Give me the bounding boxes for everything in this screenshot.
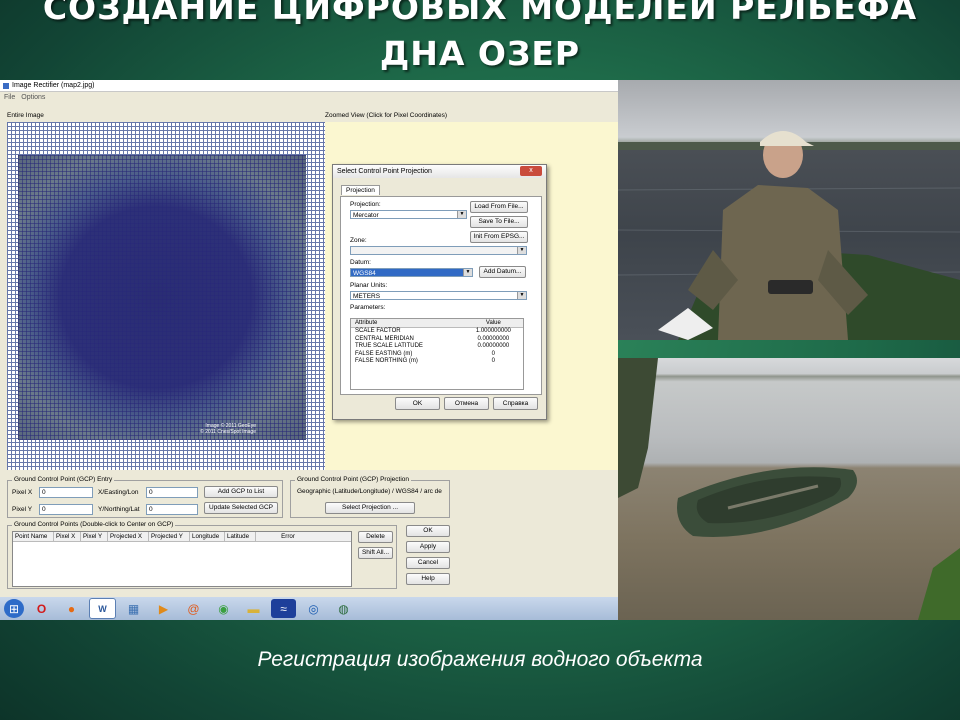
load-from-file-button[interactable]: Load From File... (470, 201, 528, 213)
wave-app-icon[interactable]: ≈ (271, 599, 296, 618)
column-header[interactable]: Projected Y (149, 532, 190, 541)
column-header[interactable]: Latitude (225, 532, 256, 541)
planar-units-select[interactable]: METERS ▼ (350, 291, 527, 300)
tab-projection[interactable]: Projection (341, 185, 380, 195)
magnifier-icon[interactable]: ◎ (301, 599, 326, 618)
pixel-x-label: Pixel X (12, 489, 33, 496)
photo-man-in-boat (618, 80, 960, 340)
shift-all-button[interactable]: Shift All... (358, 547, 393, 559)
window-title: Image Rectifier (map2.jpg) (12, 82, 95, 89)
dialog-title: Select Control Point Projection (337, 168, 432, 175)
column-header[interactable]: Pixel X (54, 532, 81, 541)
firefox-icon[interactable]: ● (59, 599, 84, 618)
parameter-row[interactable]: FALSE NORTHING (m) 0 (351, 358, 523, 366)
zone-label: Zone: (350, 237, 367, 244)
gcp-projection-title: Ground Control Point (GCP) Projection (295, 476, 411, 483)
windows-start-icon[interactable]: ⊞ (4, 599, 24, 618)
globe-icon[interactable]: ◍ (331, 599, 356, 618)
parameters-header: Attribute Value (351, 319, 523, 328)
column-header[interactable]: Error (256, 532, 320, 541)
help-main-button[interactable]: Help (406, 573, 450, 585)
pixel-y-input[interactable]: 0 (39, 504, 93, 515)
opera-icon[interactable]: O (29, 599, 54, 618)
x-easting-input[interactable]: 0 (146, 487, 198, 498)
add-datum-button[interactable]: Add Datum... (479, 266, 526, 278)
parameter-row[interactable]: TRUE SCALE LATITUDE 0.00000000 (351, 343, 523, 351)
column-header[interactable]: Pixel Y (81, 532, 108, 541)
datum-label: Datum: (350, 259, 371, 266)
column-header[interactable]: Longitude (190, 532, 225, 541)
projection-dialog: Select Control Point Projection x Projec… (332, 164, 547, 420)
green-app-icon[interactable]: ◉ (211, 599, 236, 618)
mail-icon[interactable]: @ (181, 599, 206, 618)
gcp-entry-title: Ground Control Point (GCP) Entry (12, 476, 115, 483)
app-icon (3, 82, 9, 89)
photo-man-in-boat-art (618, 131, 960, 340)
gcp-table[interactable]: Point Name Pixel X Pixel Y Projected X P… (12, 531, 352, 587)
pixel-x-input[interactable]: 0 (39, 487, 93, 498)
update-gcp-button[interactable]: Update Selected GCP (204, 502, 278, 514)
attribute-column: Attribute (355, 320, 378, 326)
photo-boat-on-shore (618, 358, 960, 620)
chevron-down-icon: ▼ (517, 292, 526, 299)
planar-units-label: Planar Units: (350, 282, 388, 289)
chevron-down-icon: ▼ (463, 269, 472, 276)
add-gcp-button[interactable]: Add GCP to List (204, 486, 278, 498)
chevron-down-icon: ▼ (517, 247, 526, 254)
init-from-epsg-button[interactable]: Init From EPSG... (470, 231, 528, 243)
zoomed-view-label: Zoomed View (Click for Pixel Coordinates… (325, 112, 447, 119)
slide-title-line1: СОЗДАНИЕ ЦИФРОВЫХ МОДЕЛЕЙ РЕЛЬЕФА (42, 0, 918, 27)
column-header[interactable]: Point Name (13, 532, 54, 541)
column-header[interactable]: Projected X (108, 532, 149, 541)
pixel-grid (18, 155, 306, 440)
folder-icon[interactable]: ▬ (241, 599, 266, 618)
ok-main-button[interactable]: OK (406, 525, 450, 537)
gcp-projection-value: Geographic (Latitude/Longitude) / WGS84 … (297, 488, 442, 495)
gcp-table-header: Point Name Pixel X Pixel Y Projected X P… (13, 532, 351, 542)
datum-select[interactable]: WGS84 ▼ (350, 268, 473, 277)
image-copyright: Image © 2011 GeoEye © 2011 Cnes/Spot Ima… (200, 423, 256, 435)
slide-title-line2: ДНА ОЗЕР (379, 34, 581, 73)
dialog-titlebar: Select Control Point Projection x (333, 165, 546, 178)
cancel-main-button[interactable]: Cancel (406, 557, 450, 569)
slide-caption: Регистрация изображения водного объекта (257, 648, 703, 671)
parameter-row[interactable]: FALSE EASTING (m) 0 (351, 351, 523, 359)
select-projection-button[interactable]: Select Projection ... (325, 502, 415, 514)
taskbar: ⊞ O ● W ▦ ▶ @ ◉ ▬ ≈ ◎ ◍ (0, 597, 618, 620)
gcp-list-title: Ground Control Points (Double-click to C… (12, 521, 176, 528)
ok-button[interactable]: OK (395, 397, 440, 410)
menu-file[interactable]: File (4, 94, 15, 101)
entire-image-label: Entire Image (7, 112, 44, 119)
word-icon[interactable]: W (89, 598, 116, 619)
chevron-down-icon: ▼ (457, 211, 466, 218)
save-to-file-button[interactable]: Save To File... (470, 216, 528, 228)
delete-button[interactable]: Delete (358, 531, 393, 543)
x-easting-label: X/Easting/Lon (98, 489, 139, 496)
projection-label: Projection: (350, 201, 381, 208)
parameter-row[interactable]: CENTRAL MERIDIAN 0.00000000 (351, 336, 523, 344)
help-button[interactable]: Справка (493, 397, 538, 410)
projection-select[interactable]: Mercator ▼ (350, 210, 467, 219)
media-player-icon[interactable]: ▶ (151, 599, 176, 618)
close-icon[interactable]: x (520, 166, 542, 176)
menu-options[interactable]: Options (21, 94, 45, 101)
gcp-entry-group: Ground Control Point (GCP) Entry Pixel X… (7, 476, 283, 518)
y-northing-label: Y/Northing/Lat (98, 506, 140, 513)
menu-bar: File Options (0, 92, 618, 102)
apply-button[interactable]: Apply (406, 541, 450, 553)
window-titlebar: Image Rectifier (map2.jpg) (0, 80, 618, 92)
y-northing-input[interactable]: 0 (146, 504, 198, 515)
image-rectifier-window: Image Rectifier (map2.jpg) File Options … (0, 80, 618, 620)
gcp-projection-group: Ground Control Point (GCP) Projection Ge… (290, 476, 450, 518)
zone-select[interactable]: ▼ (350, 246, 527, 255)
value-column: Value (485, 320, 501, 326)
satellite-image[interactable]: Image © 2011 GeoEye © 2011 Cnes/Spot Ima… (18, 155, 306, 440)
pixel-y-label: Pixel Y (12, 506, 33, 513)
cancel-button[interactable]: Отмена (444, 397, 489, 410)
photo-boat-on-shore-art (618, 358, 960, 620)
calculator-icon[interactable]: ▦ (121, 599, 146, 618)
parameters-label: Parameters: (350, 304, 386, 311)
parameter-row[interactable]: SCALE FACTOR 1.000000000 (351, 328, 523, 336)
parameters-table[interactable]: Attribute Value SCALE FACTOR 1.000000000 … (350, 318, 524, 390)
